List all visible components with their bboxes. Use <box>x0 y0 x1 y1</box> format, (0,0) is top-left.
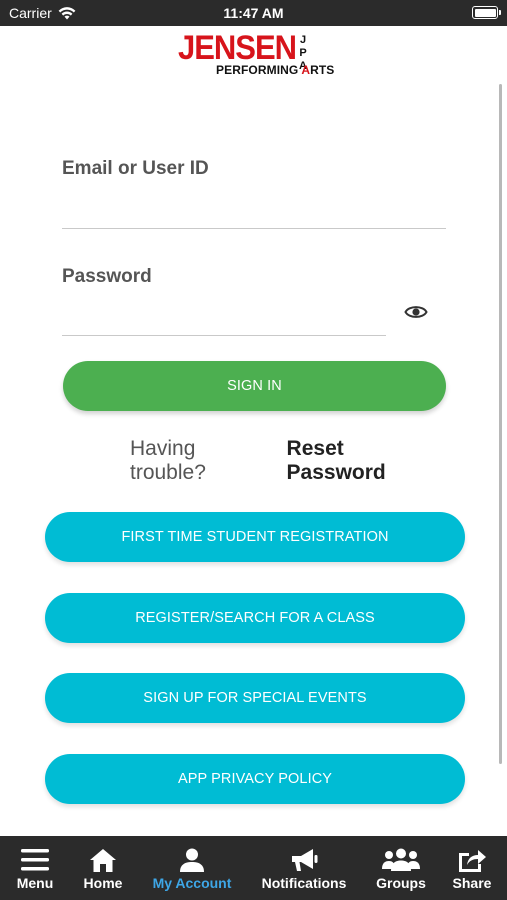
email-underline <box>62 228 446 229</box>
user-icon <box>180 848 204 872</box>
logo-subtitle: PERFORMING ARTS <box>216 63 334 77</box>
battery-icon <box>472 6 501 19</box>
tab-notifications-label: Notifications <box>261 875 347 891</box>
sign-in-label: SIGN IN <box>227 378 282 394</box>
status-bar: Carrier 11:47 AM <box>0 0 507 26</box>
share-icon <box>459 850 486 872</box>
tab-share-label: Share <box>452 875 492 891</box>
tab-my-account[interactable]: My Account <box>146 836 238 900</box>
special-events-button[interactable]: SIGN UP FOR SPECIAL EVENTS <box>45 673 465 723</box>
logo-main-text: JENSEN <box>178 28 297 67</box>
status-time: 11:47 AM <box>223 5 284 21</box>
groups-icon <box>382 848 420 871</box>
logo-sub-rest: RTS <box>310 63 335 77</box>
tab-notifications[interactable]: Notifications <box>256 836 352 900</box>
password-underline <box>62 335 386 336</box>
logo-side-letter: J <box>299 34 307 46</box>
password-label: Password <box>62 266 152 287</box>
megaphone-icon <box>292 849 318 871</box>
tab-home[interactable]: Home <box>78 836 128 900</box>
scrollbar[interactable] <box>499 84 502 764</box>
tab-menu[interactable]: Menu <box>8 836 62 900</box>
tab-share[interactable]: Share <box>448 836 496 900</box>
sign-in-button[interactable]: SIGN IN <box>63 361 446 411</box>
privacy-policy-button[interactable]: APP PRIVACY POLICY <box>45 754 465 804</box>
show-password-eye-icon[interactable] <box>404 303 428 321</box>
first-time-registration-label: FIRST TIME STUDENT REGISTRATION <box>121 529 389 545</box>
logo-sub-red: A <box>301 63 311 77</box>
email-field[interactable] <box>62 198 446 226</box>
menu-icon <box>21 849 49 871</box>
tab-home-label: Home <box>83 875 123 891</box>
register-search-class-button[interactable]: REGISTER/SEARCH FOR A CLASS <box>45 593 465 643</box>
email-label: Email or User ID <box>62 158 209 179</box>
tab-groups-label: Groups <box>376 875 426 891</box>
logo-sub-black: PERFORMING <box>216 63 302 77</box>
password-field[interactable] <box>62 306 386 334</box>
logo-side-letter: P <box>299 47 307 59</box>
special-events-label: SIGN UP FOR SPECIAL EVENTS <box>143 690 367 706</box>
first-time-registration-button[interactable]: FIRST TIME STUDENT REGISTRATION <box>45 512 465 562</box>
tab-groups[interactable]: Groups <box>370 836 432 900</box>
home-icon <box>90 849 116 872</box>
trouble-text: Having trouble? <box>130 437 206 484</box>
brand-logo: JENSEN J P A PERFORMING ARTS <box>178 28 334 77</box>
bottom-tab-bar: Menu Home My Account Notifications Group… <box>0 836 507 900</box>
reset-password-link[interactable]: Reset Password <box>287 437 446 485</box>
tab-my-account-label: My Account <box>152 875 232 891</box>
register-search-class-label: REGISTER/SEARCH FOR A CLASS <box>135 610 375 626</box>
trouble-row: Having trouble? Reset Password <box>130 437 446 485</box>
tab-menu-label: Menu <box>16 875 54 891</box>
privacy-policy-label: APP PRIVACY POLICY <box>177 771 333 787</box>
